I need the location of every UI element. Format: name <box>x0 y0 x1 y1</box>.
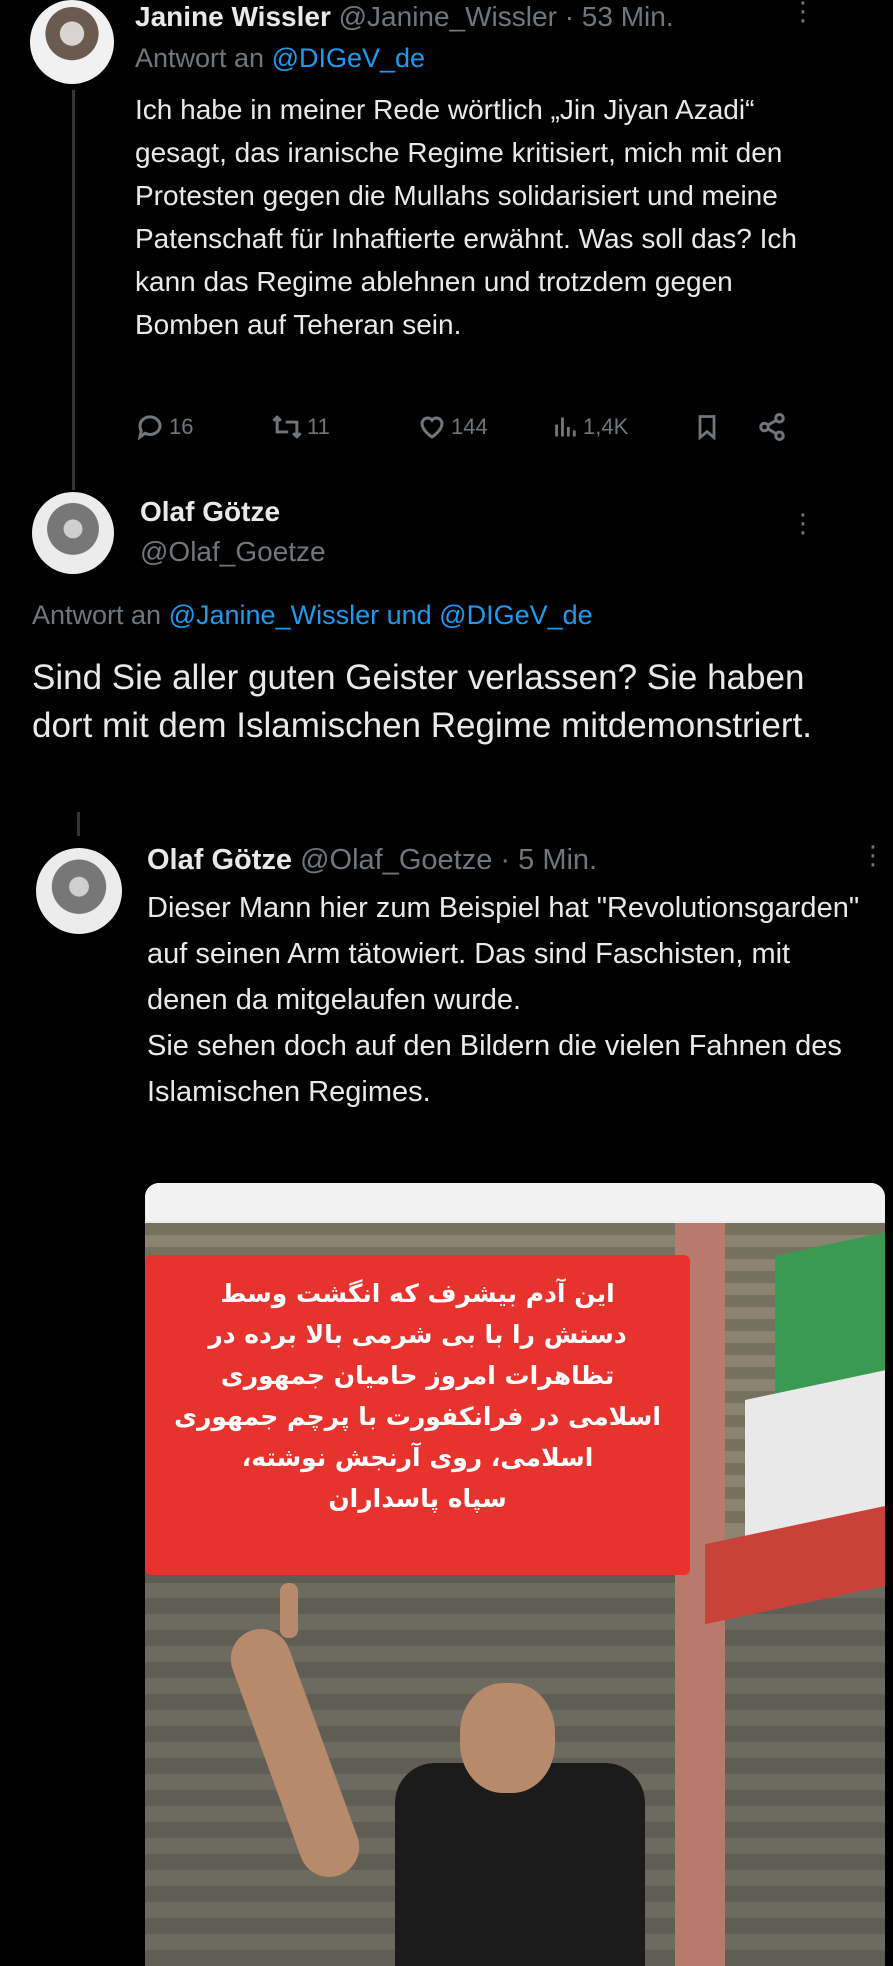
avatar-janine-wissler[interactable] <box>30 0 114 84</box>
share-button[interactable] <box>757 412 787 442</box>
reply-context: Antwort an @DIGeV_de <box>135 43 426 73</box>
tweet-actions: 16 11 144 1,4K <box>135 412 815 452</box>
more-options-icon[interactable]: ⋮ <box>790 510 816 536</box>
author-handle[interactable]: @Olaf_Goetze <box>140 535 326 569</box>
avatar-olaf-goetze[interactable] <box>32 492 114 574</box>
tweet1-header: Janine Wissler @Janine_Wissler · 53 Min. <box>135 0 674 34</box>
avatar-olaf-goetze[interactable] <box>36 848 122 934</box>
repost-count: 11 <box>307 414 330 439</box>
repost-button[interactable]: 11 <box>271 412 330 442</box>
author-name[interactable]: Olaf Götze <box>147 844 292 876</box>
mention-link[interactable]: @Janine_Wissler <box>169 600 379 630</box>
reply-icon <box>137 415 162 441</box>
tweet-text: Sind Sie aller guten Geister verlassen? … <box>32 658 812 745</box>
mention-link[interactable]: @DIGeV_de <box>439 600 592 630</box>
share-icon <box>759 413 785 441</box>
repost-icon <box>272 415 302 439</box>
bookmark-button[interactable] <box>693 412 721 442</box>
reply-button[interactable]: 16 <box>135 412 193 442</box>
timeline: Janine Wissler @Janine_Wissler · 53 Min.… <box>0 0 893 1966</box>
screenshot-topbar <box>145 1183 885 1221</box>
tweet-text: Dieser Mann hier zum Beispiel hat "Revol… <box>147 892 860 1108</box>
timestamp[interactable]: 53 Min. <box>582 1 674 32</box>
person <box>395 1763 645 1966</box>
author-name[interactable]: Olaf Götze <box>140 495 280 529</box>
tweet3-header: Olaf Götze @Olaf_Goetze · 5 Min. <box>147 842 597 878</box>
author-name[interactable]: Janine Wissler <box>135 1 331 32</box>
reply-count: 16 <box>169 414 194 439</box>
mention-link[interactable]: @DIGeV_de <box>272 43 425 73</box>
separator: · <box>500 844 511 876</box>
separator: · <box>564 1 575 32</box>
author-handle[interactable]: @Janine_Wissler <box>339 1 557 32</box>
tweet-text: Ich habe in meiner Rede wörtlich „Jin Ji… <box>135 94 797 340</box>
heart-icon <box>420 416 444 439</box>
like-count: 144 <box>451 414 488 439</box>
author-handle[interactable]: @Olaf_Goetze <box>300 844 492 876</box>
like-button[interactable]: 144 <box>417 412 488 442</box>
more-options-icon[interactable]: ⋮ <box>860 842 886 868</box>
tweet-media-image[interactable]: این آدم بیشرف که انگشت وسط دستش را با بی… <box>145 1183 885 1966</box>
more-options-icon[interactable]: ⋮ <box>790 0 816 24</box>
thread-line <box>77 812 80 836</box>
bookmark-icon <box>698 415 716 441</box>
reply-context: Antwort an @Janine_Wissler und @DIGeV_de <box>32 600 593 630</box>
views-icon <box>555 417 576 437</box>
thread-line <box>72 90 75 490</box>
timestamp[interactable]: 5 Min. <box>518 844 597 876</box>
persian-text-banner: این آدم بیشرف که انگشت وسط دستش را با بی… <box>145 1255 690 1575</box>
views-button[interactable]: 1,4K <box>553 412 628 442</box>
views-count: 1,4K <box>583 414 629 439</box>
